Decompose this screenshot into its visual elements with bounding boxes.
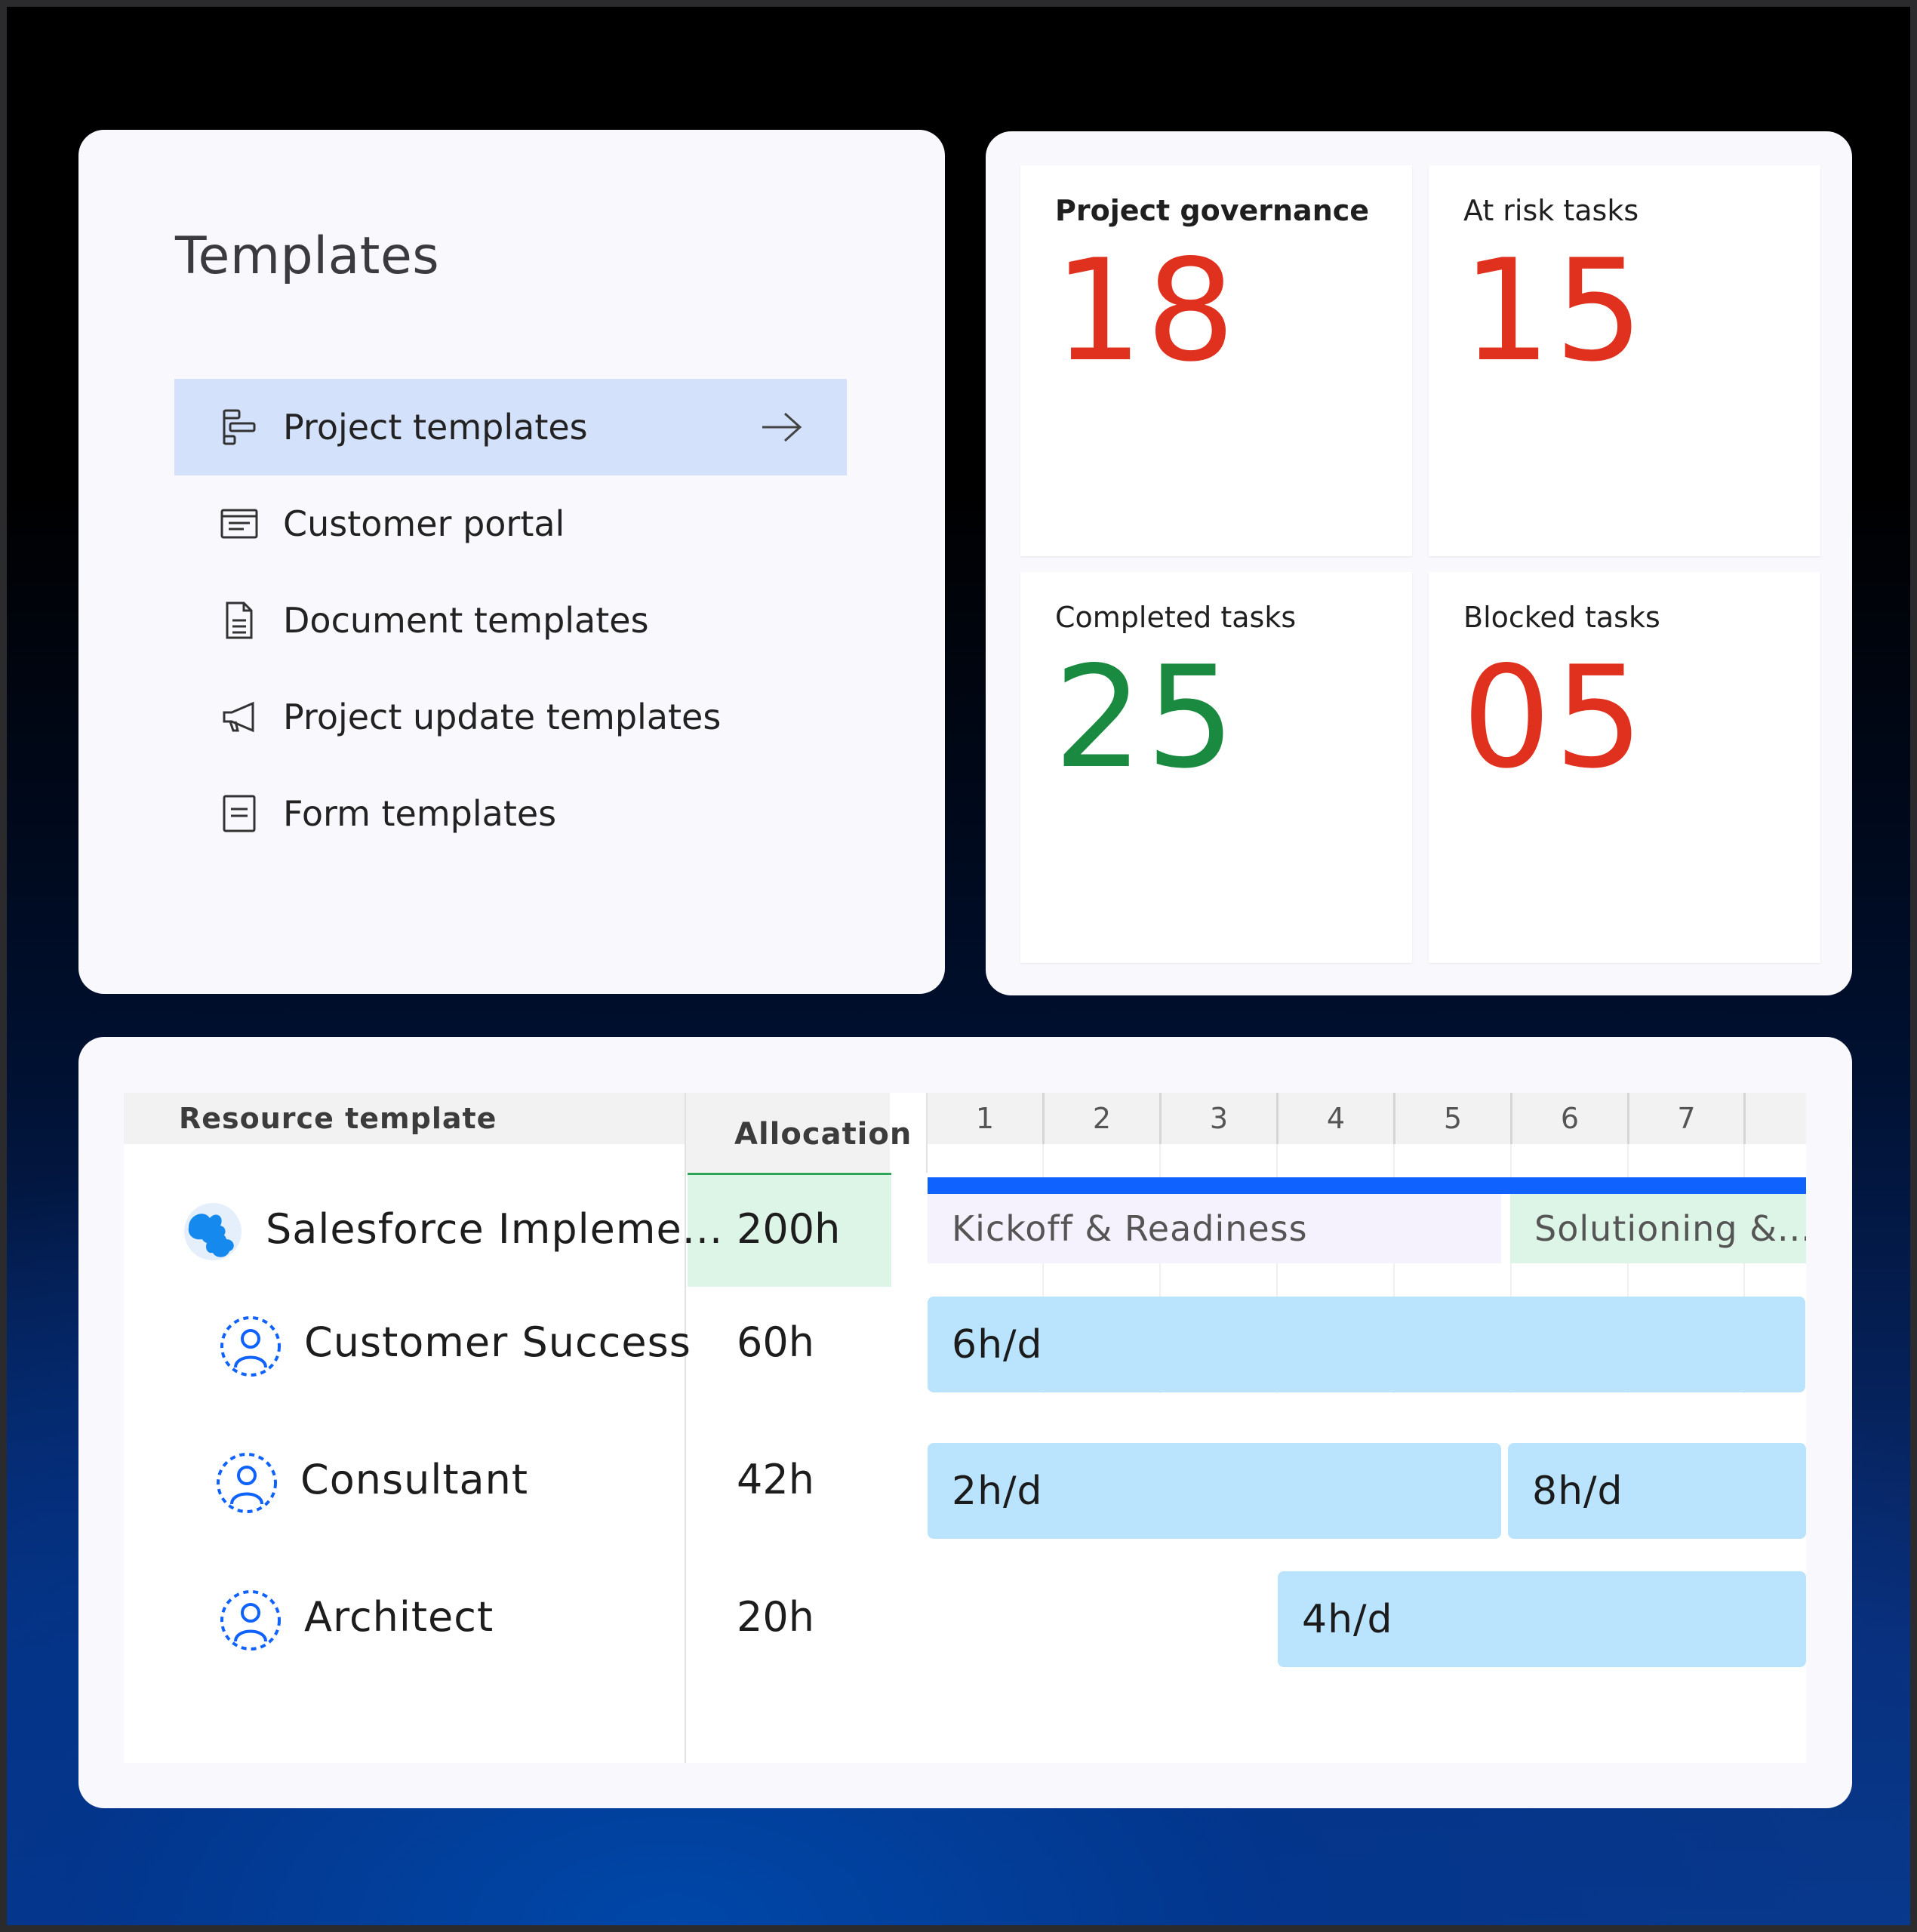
day-header-4: 4 <box>1279 1093 1395 1144</box>
background: Templates Project templates Customer por… <box>0 0 1917 1932</box>
metric-blocked-tasks[interactable]: Blocked tasks 05 <box>1429 572 1820 963</box>
templates-item-document-templates[interactable]: Document templates <box>174 572 847 669</box>
templates-item-project-templates[interactable]: Project templates <box>174 379 847 475</box>
allocation-highlight-line <box>688 1173 891 1175</box>
metric-label: Completed tasks <box>1055 601 1297 634</box>
megaphone-icon <box>218 696 260 738</box>
role-name-consultant[interactable]: Consultant <box>300 1456 528 1503</box>
metric-label: Project governance <box>1055 194 1370 227</box>
role-name-architect[interactable]: Architect <box>304 1593 494 1641</box>
resource-template-header-label: Resource template <box>179 1102 497 1135</box>
templates-list: Project templates Customer portal Docume… <box>174 379 847 862</box>
project-timeline-bar <box>928 1177 1806 1194</box>
metric-at-risk-tasks[interactable]: At risk tasks 15 <box>1429 165 1820 556</box>
templates-item-customer-portal[interactable]: Customer portal <box>174 475 847 572</box>
templates-card: Templates Project templates Customer por… <box>78 130 945 994</box>
document-icon <box>218 599 260 641</box>
allocation-bar[interactable]: 8h/d <box>1508 1443 1806 1539</box>
person-icon <box>219 1315 282 1381</box>
templates-item-project-update-templates[interactable]: Project update templates <box>174 669 847 765</box>
templates-title: Templates <box>175 226 440 286</box>
allocation-bar[interactable]: 4h/d <box>1278 1571 1806 1667</box>
day-header-3: 3 <box>1162 1093 1279 1144</box>
role-name-customer-success[interactable]: Customer Success <box>304 1318 691 1366</box>
project-allocation: 200h <box>737 1205 841 1253</box>
templates-item-label: Project templates <box>283 407 588 448</box>
role-allocation: 20h <box>737 1593 814 1641</box>
templates-item-label: Customer portal <box>283 503 565 544</box>
metric-value: 25 <box>1054 635 1239 799</box>
role-allocation: 42h <box>737 1456 814 1503</box>
templates-item-form-templates[interactable]: Form templates <box>174 765 847 862</box>
column-divider <box>685 1093 686 1763</box>
templates-item-label: Project update templates <box>283 697 722 737</box>
resource-card <box>78 1037 1852 1808</box>
person-icon <box>215 1451 278 1518</box>
allocation-header-label: Allocation <box>734 1117 912 1152</box>
salesforce-logo-icon <box>183 1201 243 1265</box>
arrow-right-icon <box>761 408 803 447</box>
day-header-7: 7 <box>1629 1093 1746 1144</box>
project-name[interactable]: Salesforce Impleme... <box>266 1205 723 1253</box>
day-header-6: 6 <box>1512 1093 1629 1144</box>
metric-value: 18 <box>1054 229 1239 392</box>
day-header-5: 5 <box>1395 1093 1512 1144</box>
metric-value: 15 <box>1462 229 1647 392</box>
portal-icon <box>218 503 260 545</box>
metric-label: At risk tasks <box>1463 194 1639 227</box>
allocation-bar[interactable]: 2h/d <box>928 1443 1501 1539</box>
resource-template-header: Resource template <box>124 1093 685 1144</box>
metric-completed-tasks[interactable]: Completed tasks 25 <box>1020 572 1412 963</box>
metric-label: Blocked tasks <box>1463 601 1660 634</box>
allocation-header: Allocation <box>686 1093 911 1173</box>
templates-item-label: Form templates <box>283 793 557 834</box>
templates-item-label: Document templates <box>283 600 649 641</box>
metric-value: 05 <box>1462 635 1647 799</box>
day-header-8 <box>1746 1093 1806 1144</box>
allocation-bar[interactable]: 6h/d <box>928 1297 1805 1392</box>
metric-project-governance[interactable]: Project governance 18 <box>1020 165 1412 556</box>
phase-solutioning[interactable]: Solutioning &... <box>1510 1194 1806 1263</box>
role-allocation: 60h <box>737 1318 814 1366</box>
gantt-icon <box>218 406 260 448</box>
day-header-2: 2 <box>1045 1093 1162 1144</box>
day-header-1: 1 <box>928 1093 1045 1144</box>
metrics-card: Project governance 18 At risk tasks 15 C… <box>986 131 1852 995</box>
phase-kickoff[interactable]: Kickoff & Readiness <box>928 1194 1501 1263</box>
person-icon <box>219 1589 282 1655</box>
form-icon <box>218 792 260 835</box>
